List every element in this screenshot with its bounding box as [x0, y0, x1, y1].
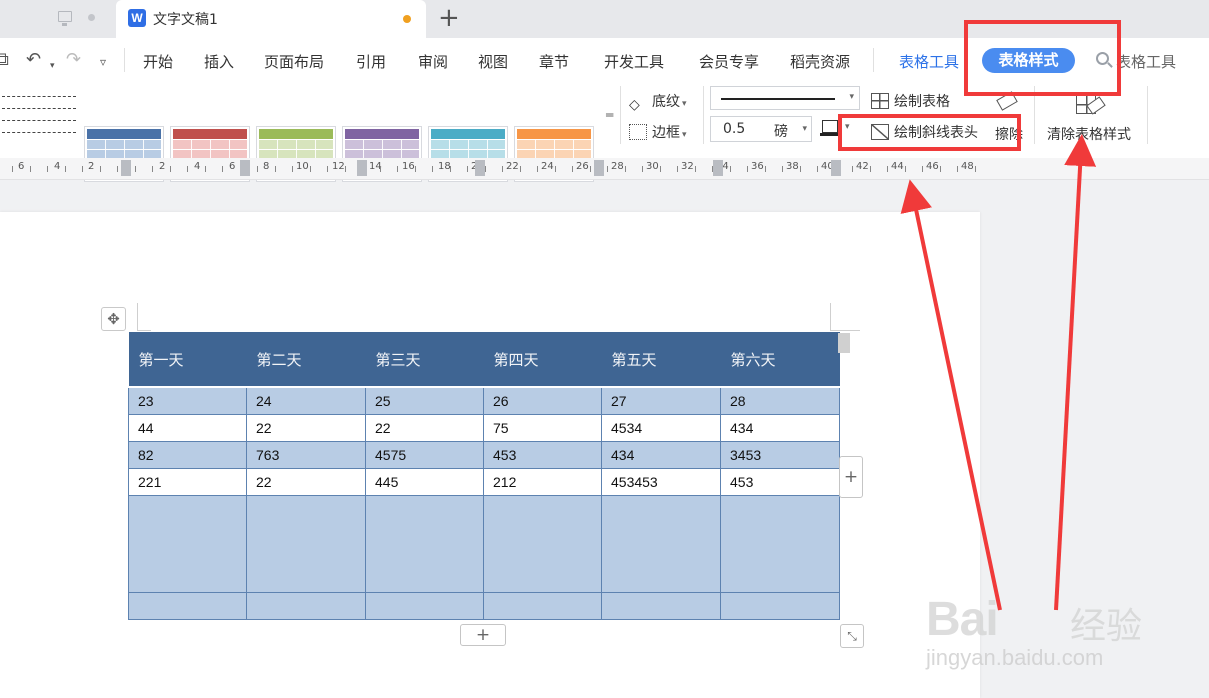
annotation-arrows	[900, 134, 1097, 611]
watermark-url: jingyan.baidu.com	[926, 645, 1104, 670]
baidu-watermark: Bai	[926, 593, 999, 646]
arrow-to-draw-diagonal	[900, 179, 1002, 611]
baidu-watermark-cn: 经验	[1070, 606, 1143, 647]
arrow-to-clear-style	[1054, 134, 1097, 611]
